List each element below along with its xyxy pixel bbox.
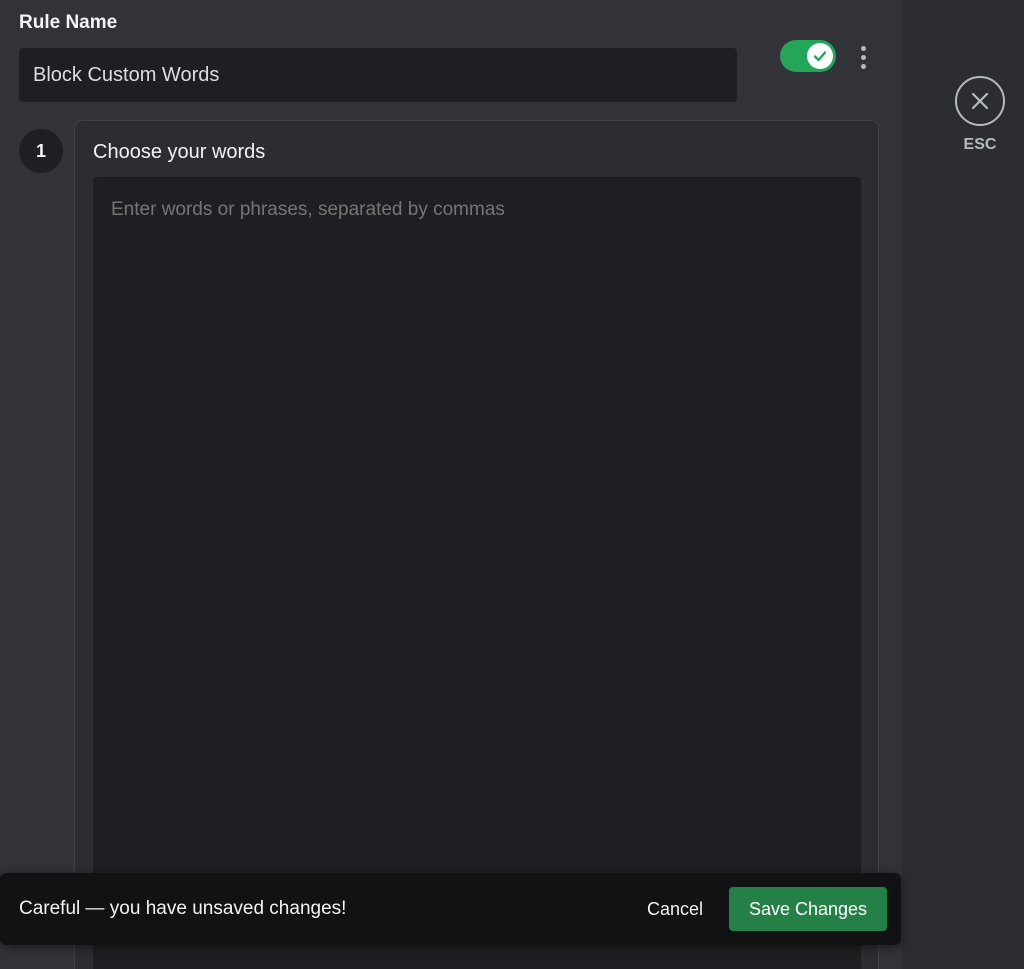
rule-name-input[interactable] [19,48,737,102]
save-changes-button[interactable]: Save Changes [729,887,887,931]
step-number-badge: 1 [19,129,63,173]
toggle-knob [807,43,833,69]
esc-area: ESC [952,76,1008,154]
check-icon [813,51,827,62]
choose-words-step: Choose your words [74,120,879,969]
step-title: Choose your words [93,141,266,163]
unsaved-message: Careful — you have unsaved changes! [19,898,347,919]
rule-name-label: Rule Name [19,12,118,33]
more-vertical-icon [860,45,866,51]
keywords-textarea[interactable] [93,177,861,969]
more-vertical-icon [860,54,866,60]
unsaved-changes-bar: Careful — you have unsaved changes! Canc… [0,873,901,945]
more-options-button[interactable] [852,42,874,72]
close-button[interactable] [955,76,1005,126]
close-icon [971,92,989,110]
rule-enabled-toggle[interactable] [780,40,836,72]
esc-label: ESC [963,136,997,153]
more-vertical-icon [860,63,866,69]
cancel-button[interactable]: Cancel [621,899,729,920]
